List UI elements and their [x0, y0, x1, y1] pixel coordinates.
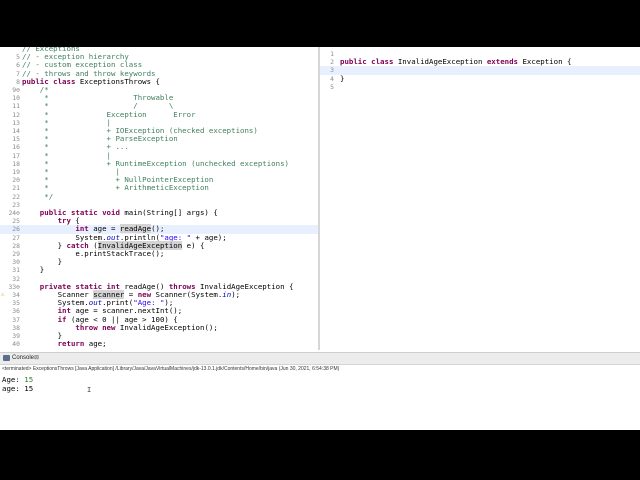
- code-line[interactable]: 2 public class InvalidAgeException extend…: [320, 58, 640, 67]
- code-token: );: [231, 290, 241, 299]
- line-number: 35: [12, 299, 20, 308]
- code-token: throw new: [75, 322, 120, 332]
- line-number: 15: [12, 135, 20, 144]
- code-line[interactable]: 5: [320, 83, 640, 91]
- line-number: 40: [12, 340, 20, 349]
- line-number: 27: [12, 233, 20, 242]
- line-number: 24⊖: [8, 209, 20, 217]
- code-line[interactable]: 22 */: [0, 191, 318, 201]
- code-token: public class: [340, 57, 398, 67]
- code-token: InvalidAgeException();: [119, 322, 218, 332]
- line-number: 36: [12, 307, 20, 316]
- console-output-line[interactable]: age: 15: [2, 384, 33, 393]
- line-number: 7: [16, 69, 20, 78]
- line-number: 16: [12, 143, 20, 152]
- line-number: 30: [12, 258, 20, 267]
- line-number: 32: [12, 274, 20, 283]
- code-token: Exception {: [522, 57, 572, 67]
- line-number: 13: [12, 118, 20, 127]
- code-token: */: [22, 191, 54, 201]
- code-token: in: [222, 290, 232, 299]
- console-tab-label: Console: [12, 355, 35, 361]
- code-token: age;: [88, 339, 107, 349]
- code-line[interactable]: 3: [320, 66, 640, 75]
- line-number: 18: [12, 159, 20, 168]
- editor-exceptions-throws[interactable]: // Exceptions 5// - exception hierarchy 6/…: [0, 47, 318, 350]
- code-token: main(String[] args) {: [124, 208, 218, 217]
- code-token: }: [340, 73, 345, 83]
- line-number: 5: [330, 82, 334, 91]
- line-number: 21: [12, 184, 20, 193]
- line-number: 20: [12, 176, 20, 185]
- line-number: 23: [12, 200, 20, 209]
- code-text[interactable]: */: [22, 191, 54, 201]
- code-token: extends: [486, 57, 523, 67]
- code-line[interactable]: 30 }: [0, 258, 318, 267]
- console-tab[interactable]: Console ⊠: [0, 353, 640, 365]
- code-text[interactable]: }: [22, 266, 44, 274]
- code-token: InvalidAgeException: [397, 57, 487, 67]
- console-status: <terminated> ExceptionsThrows [Java Appl…: [2, 366, 340, 372]
- line-number: 6: [16, 61, 20, 70]
- code-text[interactable]: return age;: [22, 340, 107, 348]
- line-number: 33⊖: [8, 282, 20, 291]
- code-token: return: [57, 339, 89, 349]
- line-number: 10: [12, 94, 20, 103]
- line-number: 25: [12, 217, 20, 226]
- line-number: 3: [330, 66, 334, 75]
- line-number: 39: [12, 332, 20, 340]
- code-token: e) {: [182, 240, 205, 250]
- code-text[interactable]: }: [340, 73, 345, 83]
- line-number: 11: [12, 102, 20, 111]
- line-number: 38: [12, 323, 20, 332]
- code-token: ExceptionsThrows {: [79, 76, 160, 86]
- line-number: 29: [12, 250, 20, 258]
- code-line[interactable]: 40 return age;: [0, 340, 318, 349]
- code-text[interactable]: public class InvalidAgeException extends…: [340, 58, 571, 66]
- line-number: 8: [16, 77, 20, 86]
- text-cursor-icon: I: [87, 386, 92, 394]
- line-number: 22: [12, 192, 20, 201]
- line-number: 2: [330, 58, 334, 67]
- console-output-line[interactable]: Age: 15: [2, 375, 33, 384]
- code-token: }: [22, 265, 45, 275]
- warning-icon[interactable]: ⚠: [1, 291, 5, 299]
- console-icon: [3, 355, 10, 361]
- line-number: 14: [12, 127, 20, 135]
- code-line[interactable]: 4}: [320, 73, 640, 83]
- line-number: 31: [12, 266, 20, 275]
- line-number: 12: [12, 110, 20, 119]
- code-line[interactable]: 31 }: [0, 266, 318, 275]
- line-number: 4: [330, 74, 334, 83]
- line-number: 28: [12, 241, 20, 250]
- line-number: 37: [12, 315, 20, 324]
- line-number: 1: [330, 50, 334, 58]
- line-number: 19: [12, 168, 20, 176]
- line-number: 9⊖: [12, 86, 20, 94]
- line-number: 5: [16, 53, 20, 62]
- console-view: Console ⊠ <terminated> ExceptionsThrows …: [0, 352, 640, 430]
- line-number: 26: [12, 225, 20, 234]
- close-icon[interactable]: ⊠: [34, 353, 39, 364]
- line-number: 17: [12, 151, 20, 160]
- editor-invalid-age-exception[interactable]: 1 2 public class InvalidAgeException exten…: [320, 47, 640, 350]
- ide-window: // Exceptions 5// - exception hierarchy 6/…: [0, 47, 640, 430]
